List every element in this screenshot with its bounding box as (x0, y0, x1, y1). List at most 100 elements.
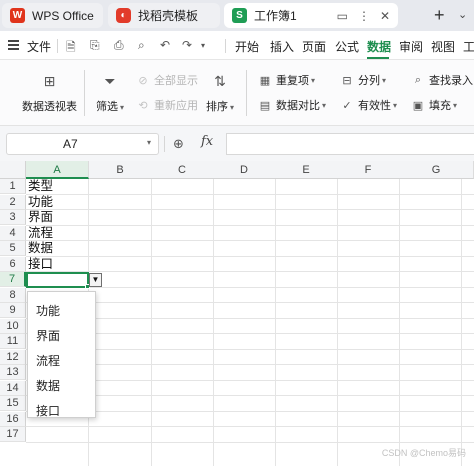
button-label: 有效性 (358, 100, 391, 112)
save-icon[interactable]: 🗎 (66, 38, 76, 59)
row-header-11[interactable]: 11 (0, 334, 26, 349)
zoom-icon[interactable]: ⊕ (173, 136, 184, 152)
sort-button[interactable]: ⇅ 排序 ▾ (206, 72, 234, 114)
row-header-8[interactable]: 8 (0, 287, 26, 303)
cell-a2[interactable]: 功能 (28, 195, 53, 210)
duplicates-button[interactable]: ▦ 重复项 ▾ (258, 72, 315, 88)
name-box[interactable]: A7 ▾ (6, 133, 159, 155)
reapply-button[interactable]: ⟲ 重新应用 (136, 97, 198, 113)
row-header-12[interactable]: 12 (0, 349, 26, 365)
menu-home[interactable]: 开始 (235, 38, 259, 55)
redo-icon[interactable]: ↷ (182, 38, 192, 52)
formula-input[interactable] (226, 133, 474, 155)
grid-line (26, 193, 474, 195)
menu-data[interactable]: 数据 (367, 38, 391, 55)
column-header-c[interactable]: C (151, 161, 214, 179)
export-icon[interactable]: ⎘ (90, 38, 100, 53)
cell-a4[interactable]: 流程 (28, 226, 53, 241)
row-header-6[interactable]: 6 (0, 256, 26, 272)
row-header-17[interactable]: 17 (0, 427, 26, 442)
column-header-f[interactable]: F (337, 161, 400, 179)
tab-template[interactable]: ◐ 找稻壳模板 (108, 3, 220, 28)
menu-page[interactable]: 页面 (302, 38, 326, 55)
chevron-down-icon[interactable]: ⌄ (458, 8, 467, 21)
dropdown-option[interactable]: 接口 (36, 402, 60, 419)
grid-line (26, 209, 474, 210)
tab-bar: W WPS Office ◐ 找稻壳模板 S 工作簿1 ▭ ⋮ ✕ + ⌄ (0, 0, 474, 31)
data-compare-button[interactable]: ▤ 数据对比 ▾ (258, 97, 326, 113)
grid-line (399, 179, 400, 466)
row-header-14[interactable]: 14 (0, 380, 26, 396)
window-icon[interactable]: ▭ (337, 9, 348, 23)
menu-tools[interactable]: 工 (463, 38, 474, 55)
dropdown-option[interactable]: 功能 (36, 302, 60, 319)
dropdown-option[interactable]: 界面 (36, 327, 60, 344)
chevron-down-icon[interactable]: ▾ (201, 41, 205, 50)
tab-wps-office[interactable]: W WPS Office (2, 3, 103, 28)
close-icon[interactable]: ✕ (380, 9, 390, 23)
column-header-g[interactable]: G (399, 161, 474, 179)
grid-line (26, 441, 474, 443)
validation-dropdown-button[interactable]: ▼ (89, 273, 102, 287)
validation-icon: ✓ (342, 99, 352, 112)
pivot-table-button[interactable]: ⊞ 数据透视表 (22, 72, 77, 114)
menu-formula[interactable]: 公式 (335, 38, 359, 55)
column-header-a[interactable]: A (26, 161, 89, 179)
cell-a5[interactable]: 数据 (28, 241, 53, 256)
menu-bar: 文件 🗎 ⎘ ⎙ ⌕ ↶ ↷ ▾ 开始 插入 页面 公式 数据 审阅 视图 工 (0, 31, 474, 60)
menu-file[interactable]: 文件 (27, 38, 51, 55)
fill-button[interactable]: ▣ 填充 ▾ (411, 97, 457, 113)
filter-button[interactable]: ⏷ 筛选 ▾ (96, 72, 124, 114)
row-header-4[interactable]: 4 (0, 225, 26, 241)
chevron-down-icon[interactable]: ▾ (147, 138, 151, 147)
chevron-down-icon: ▾ (311, 75, 316, 85)
row-header-16[interactable]: 16 (0, 411, 26, 427)
sheet-logo-icon: S (232, 8, 247, 23)
validation-button[interactable]: ✓ 有效性 ▾ (340, 97, 397, 113)
cell-a1[interactable]: 类型 (28, 179, 53, 194)
ribbon-data: ⊞ 数据透视表 ⏷ 筛选 ▾ ⊘ 全部显示 ⟲ 重新应用 ⇅ 排序 ▾ ▦ 重复项 ▾… (0, 60, 474, 126)
row-header-9[interactable]: 9 (0, 303, 26, 318)
hamburger-icon[interactable] (8, 40, 19, 50)
insert-function-icon[interactable]: fx (201, 134, 213, 149)
menu-review[interactable]: 审阅 (399, 38, 423, 55)
row-header-5[interactable]: 5 (0, 241, 26, 256)
row-header-10[interactable]: 10 (0, 318, 26, 334)
tab-label: 工作簿1 (254, 9, 297, 23)
undo-icon[interactable]: ↶ (160, 38, 170, 52)
row-header-15[interactable]: 15 (0, 396, 26, 411)
find-entry-button[interactable]: ⌕ 查找录入 (411, 72, 473, 88)
find-entry-icon: ⌕ (414, 73, 422, 86)
print-icon[interactable]: ⎙ (114, 38, 124, 53)
column-header-d[interactable]: D (213, 161, 276, 179)
grid-line (151, 179, 152, 466)
row-header-13[interactable]: 13 (0, 365, 26, 380)
cell-a6[interactable]: 接口 (28, 257, 53, 272)
row-header-3[interactable]: 3 (0, 210, 26, 225)
new-tab-button[interactable]: + (434, 5, 445, 26)
reapply-icon: ⟲ (138, 99, 148, 112)
spreadsheet-grid: ABCDEFG 1 2 3 4 5 6 7 8 9 10 11 12 13 14 15 16 17 类型 功能 界面… (0, 161, 474, 466)
active-tab-indicator (367, 57, 389, 59)
selected-cell[interactable] (26, 272, 89, 288)
row-header-2[interactable]: 2 (0, 194, 26, 210)
split-column-button[interactable]: ⊟ 分列 ▾ (340, 72, 386, 88)
row-header-1[interactable]: 1 (0, 179, 26, 194)
cell-a3[interactable]: 界面 (28, 210, 53, 225)
chevron-down-icon: ▾ (322, 100, 327, 110)
select-all-corner[interactable] (0, 161, 26, 179)
grid-line (461, 179, 462, 466)
cell-reference: A7 (63, 137, 78, 151)
dropdown-option[interactable]: 数据 (36, 377, 60, 394)
tab-workbook[interactable]: S 工作簿1 ▭ ⋮ ✕ (224, 3, 398, 28)
menu-insert[interactable]: 插入 (270, 38, 294, 55)
more-icon[interactable]: ⋮ (358, 9, 370, 23)
dropdown-option[interactable]: 流程 (36, 352, 60, 369)
grid-line (26, 426, 474, 427)
column-header-b[interactable]: B (89, 161, 152, 179)
row-header-7[interactable]: 7 (0, 272, 26, 287)
column-header-e[interactable]: E (275, 161, 338, 179)
menu-view[interactable]: 视图 (431, 38, 455, 55)
print-preview-icon[interactable]: ⌕ (138, 38, 145, 53)
show-all-button[interactable]: ⊘ 全部显示 (136, 72, 198, 88)
